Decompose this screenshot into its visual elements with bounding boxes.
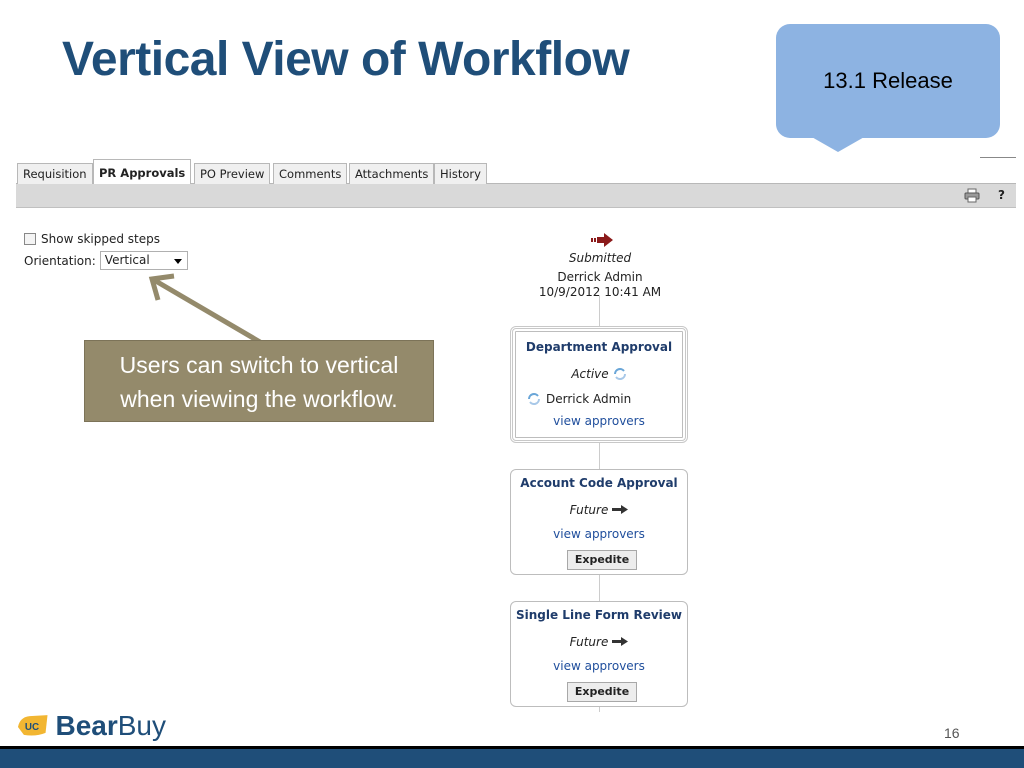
arrow-right-icon [612,637,629,646]
slide-title: Vertical View of Workflow [62,33,630,86]
expedite-button[interactable]: Expedite [567,550,637,570]
step-status: Future [511,635,687,649]
page-number: 16 [944,725,960,741]
tab-bar: Requisition PR Approvals PO Preview Comm… [16,156,1016,185]
step-card-account-code-approval: Account Code Approval Future view approv… [510,469,688,575]
tab-history[interactable]: History [434,163,487,184]
connector-line [599,707,600,712]
orientation-select[interactable]: Vertical [99,251,188,270]
view-approvers-link[interactable]: view approvers [511,659,687,673]
help-icon[interactable]: ? [998,188,1005,202]
tab-po-preview[interactable]: PO Preview [194,163,271,184]
connector-line [599,443,600,469]
orientation-value: Vertical [104,253,150,267]
connector-line [599,575,600,601]
submitted-user: Derrick Admin [557,270,643,284]
step-title: Department Approval [525,340,673,354]
tabbar-edge [980,157,1016,158]
refresh-icon [528,393,540,405]
step-title: Single Line Form Review [515,608,683,622]
annotation-line-1: Users can switch to vertical [119,352,399,378]
annotation-line-2: when viewing the workflow. [120,386,398,412]
step-approver: Derrick Admin [527,392,631,406]
annotation-arrow [148,273,262,345]
callout-tail [810,136,866,152]
view-approvers-link[interactable]: view approvers [511,527,687,541]
arrow-right-icon [612,505,629,514]
footer-bar [0,746,1024,768]
show-skipped-option: Show skipped steps [24,232,160,246]
logo-text: BearBuy [55,710,166,741]
step-status: Future [511,503,687,517]
svg-text:UC: UC [25,722,39,733]
show-skipped-checkbox[interactable] [24,233,36,245]
submitted-arrow-icon [591,233,613,247]
refresh-icon [613,368,626,380]
uc-badge-icon: UC [17,715,48,736]
tab-attachments[interactable]: Attachments [349,163,435,184]
step-card-department-approval: Department Approval Active Derrick Admin… [510,326,688,443]
workflow-app: Requisition PR Approvals PO Preview Comm… [16,156,1016,712]
step-card-single-line-form-review: Single Line Form Review Future view appr… [510,601,688,707]
orientation-option: Orientation: Vertical [24,251,188,270]
step-title: Account Code Approval [520,476,678,490]
annotation-box: Users can switch to vertical when viewin… [84,340,434,422]
tab-pr-approvals[interactable]: PR Approvals [93,159,192,185]
orientation-label: Orientation: [24,253,96,268]
chevron-down-icon [173,259,182,264]
expedite-button[interactable]: Expedite [567,682,637,702]
bearbuy-logo: UC BearBuy [16,708,166,744]
tab-comments[interactable]: Comments [273,163,348,184]
tab-requisition[interactable]: Requisition [17,163,93,184]
printer-icon[interactable] [964,188,980,203]
show-skipped-label: Show skipped steps [41,232,160,246]
release-callout: 13.1 Release [776,24,1000,138]
view-approvers-link[interactable]: view approvers [513,414,685,428]
toolbar: ? [16,184,1016,208]
connector-line [599,296,600,326]
release-callout-text: 13.1 Release [823,68,953,93]
submitted-datetime: 10/9/2012 10:41 AM [538,285,662,299]
submitted-status: Submitted [568,251,632,265]
step-status: Active [513,367,685,381]
